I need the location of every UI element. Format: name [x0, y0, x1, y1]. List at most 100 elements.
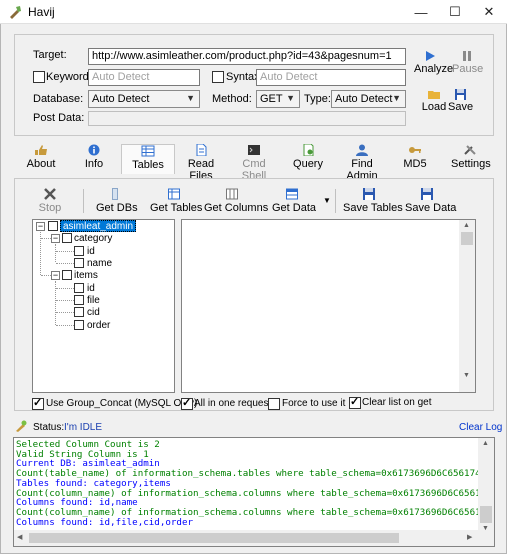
floppy-disk-icon: [363, 188, 375, 200]
tree-node-table[interactable]: category: [74, 233, 112, 245]
pause-button[interactable]: Pause: [452, 50, 483, 75]
tree-connector: [41, 275, 51, 276]
syntax-checkbox[interactable]: [212, 71, 224, 83]
tree-node-checkbox[interactable]: [48, 221, 58, 231]
stop-label: Stop: [38, 202, 62, 214]
tree-collapse-toggle[interactable]: −: [51, 271, 60, 280]
tree-node-checkbox[interactable]: [74, 283, 84, 293]
floppy-disk-icon: [454, 89, 466, 100]
tab-about[interactable]: About: [22, 144, 60, 174]
tab-md5[interactable]: MD5: [403, 144, 427, 174]
keyword-input[interactable]: Auto Detect: [88, 69, 200, 86]
status-icon: [16, 420, 27, 432]
maximize-icon: ☐: [449, 4, 461, 19]
load-button[interactable]: Load: [421, 89, 447, 113]
clear-list-checkbox[interactable]: [349, 395, 361, 409]
tree-node-column[interactable]: id: [87, 246, 95, 258]
tree-node-checkbox[interactable]: [62, 270, 72, 280]
tab-read-files[interactable]: Read Files: [179, 144, 223, 182]
minimize-button[interactable]: —: [404, 0, 438, 24]
all-in-one-checkbox[interactable]: [181, 396, 193, 410]
stop-button[interactable]: Stop: [38, 188, 62, 214]
get-data-label: Get Data: [272, 202, 317, 214]
tree-node-checkbox[interactable]: [74, 307, 84, 317]
scroll-up-icon[interactable]: ▲: [463, 222, 470, 229]
scrollbar-thumb[interactable]: [29, 533, 399, 543]
get-dbs-button[interactable]: Get DBs: [96, 188, 138, 214]
tree-node-column[interactable]: file: [87, 295, 100, 307]
havij-app-icon: [10, 6, 21, 19]
save-button[interactable]: Save: [448, 89, 473, 113]
database-select-value: Auto Detect: [92, 93, 150, 105]
tree-node-column[interactable]: id: [87, 283, 95, 295]
tree-node-checkbox[interactable]: [74, 295, 84, 305]
tree-node-column[interactable]: order: [87, 320, 110, 332]
analyze-button[interactable]: Analyze: [414, 50, 453, 75]
play-icon: [426, 51, 435, 61]
tree-collapse-toggle[interactable]: −: [36, 222, 45, 231]
tree-node-checkbox[interactable]: [62, 233, 72, 243]
tab-info[interactable]: Info: [78, 144, 110, 174]
window-title: Havij: [28, 5, 55, 19]
maximize-button[interactable]: ☐: [438, 0, 472, 24]
save-data-button[interactable]: Save Data: [405, 188, 456, 214]
save-data-label: Save Data: [405, 202, 457, 214]
tab-find-admin[interactable]: Find Admin: [335, 144, 389, 182]
tree-node-checkbox[interactable]: [74, 246, 84, 256]
tab-about-label: About: [26, 158, 56, 170]
get-data-button[interactable]: Get Data: [272, 188, 316, 214]
close-button[interactable]: ✕: [472, 0, 506, 24]
method-select[interactable]: GET ▼: [256, 90, 300, 108]
get-tables-button[interactable]: Get Tables: [150, 188, 202, 214]
save-tables-button[interactable]: Save Tables: [343, 188, 403, 214]
tree-node-column[interactable]: cid: [87, 307, 100, 319]
close-icon: ✕: [483, 4, 495, 19]
clear-log-link[interactable]: Clear Log: [459, 422, 502, 433]
load-label: Load: [421, 101, 447, 113]
info-icon: [88, 144, 100, 156]
scroll-down-icon[interactable]: ▼: [463, 372, 470, 379]
scroll-up-icon[interactable]: ▲: [482, 440, 489, 447]
tree-node-checkbox[interactable]: [74, 258, 84, 268]
tree-node-checkbox[interactable]: [74, 320, 84, 330]
scrollbar-thumb[interactable]: [461, 232, 473, 245]
force-label: Force to use it: [282, 398, 346, 409]
tree-node-db[interactable]: asimleat_admin: [60, 220, 137, 232]
tree-node-column[interactable]: name: [87, 258, 112, 270]
pause-icon: [463, 51, 471, 61]
schema-tree[interactable]: [32, 219, 175, 393]
keyword-checkbox[interactable]: [33, 71, 45, 83]
scrollbar-thumb[interactable]: [480, 506, 492, 523]
get-columns-button[interactable]: Get Columns: [204, 188, 268, 214]
floppy-disk-icon: [421, 188, 433, 200]
terminal-icon: [248, 145, 260, 155]
database-select[interactable]: Auto Detect ▼: [88, 90, 200, 108]
tree-node-table[interactable]: items: [74, 270, 98, 282]
force-checkbox[interactable]: [268, 398, 280, 410]
table-icon: [141, 145, 155, 157]
title-bar[interactable]: Havij — ☐ ✕: [0, 0, 507, 24]
columns-icon: [226, 188, 238, 200]
post-data-label: Post Data:: [33, 112, 85, 124]
tab-settings[interactable]: Settings: [451, 144, 491, 174]
scroll-down-icon[interactable]: ▼: [482, 525, 489, 532]
tab-tables[interactable]: Tables: [121, 144, 175, 174]
query-icon: [303, 144, 314, 156]
database-label: Database:: [33, 93, 84, 105]
get-data-dropdown-arrow[interactable]: ▼: [323, 196, 331, 205]
all-in-one-label: All in one request.: [194, 398, 275, 409]
scroll-right-icon[interactable]: ▶: [467, 533, 472, 541]
post-data-input[interactable]: [88, 111, 406, 126]
status-value: I'm IDLE: [64, 422, 103, 433]
tab-cmd-shell[interactable]: Cmd Shell: [231, 144, 277, 182]
scroll-left-icon[interactable]: ◀: [17, 533, 22, 541]
results-list[interactable]: [181, 219, 476, 393]
tree-connector: [56, 288, 74, 289]
target-input[interactable]: http://www.asimleather.com/product.php?i…: [88, 48, 406, 65]
results-scrollbar[interactable]: [459, 220, 475, 392]
group-concat-checkbox[interactable]: [32, 396, 44, 410]
tab-query[interactable]: Query: [293, 144, 323, 174]
type-select[interactable]: Auto Detect ▼: [331, 90, 406, 108]
tree-collapse-toggle[interactable]: −: [51, 234, 60, 243]
syntax-input[interactable]: Auto Detect: [256, 69, 406, 86]
